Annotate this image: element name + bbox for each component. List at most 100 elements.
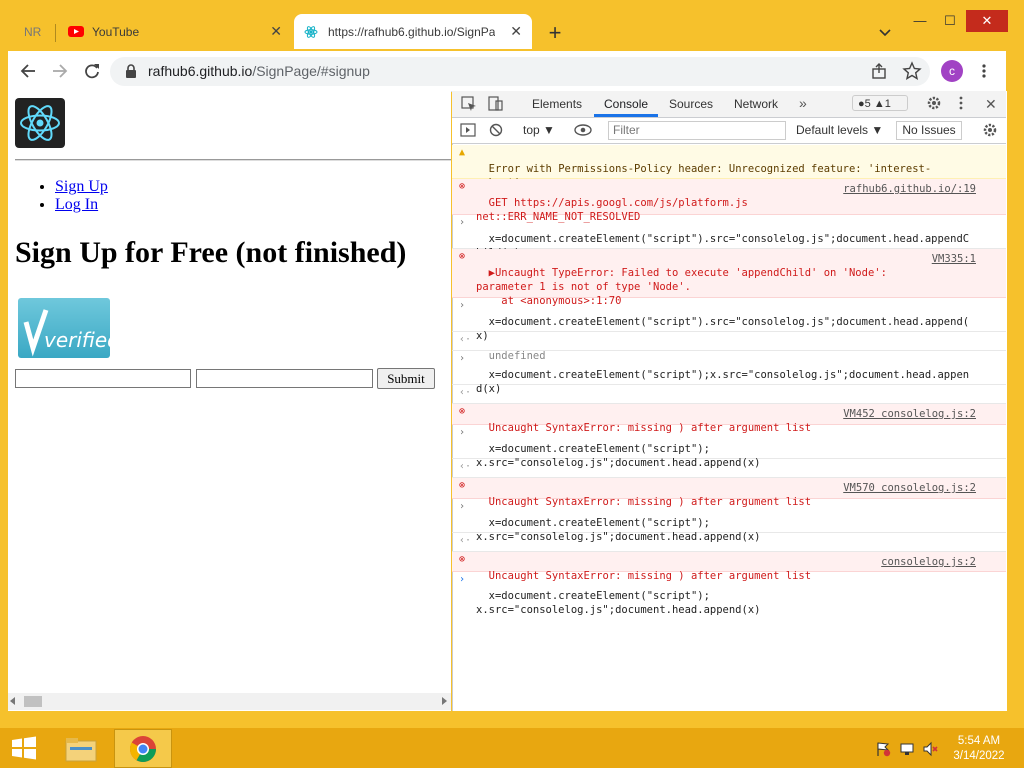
horizontal-scrollbar[interactable]	[8, 693, 451, 710]
input-chevron-icon: ›	[459, 353, 466, 364]
tab-nr[interactable]: NR	[14, 14, 54, 49]
console-input: › x=document.createElement("script");x.sr…	[452, 351, 1006, 395]
network-icon[interactable]	[899, 741, 915, 757]
context-selector[interactable]: top ▼	[523, 123, 555, 137]
verified-badge: verified	[18, 298, 120, 358]
clock-date: 3/14/2022	[953, 750, 1005, 762]
nav-link-sign-up[interactable]: Sign Up	[55, 178, 108, 195]
issue-counter[interactable]: ●5 ▲1	[852, 95, 908, 111]
chrome-taskbar-button[interactable]	[114, 729, 172, 768]
error-icon: ⊗	[459, 251, 466, 262]
console-tab-underline	[594, 114, 658, 117]
console-input: › x=document.createElement("script").src=…	[452, 215, 1006, 259]
result-arrow-icon: ‹·	[459, 334, 472, 345]
console-error: ⊗ Uncaught SyntaxError: missing ) after a…	[452, 404, 1006, 434]
console-source-link[interactable]: consolelog.js:2	[881, 555, 976, 569]
new-tab-button[interactable]: +	[544, 22, 566, 44]
devtools-tab-sources[interactable]: Sources	[669, 97, 713, 111]
context-label: top	[523, 123, 540, 137]
devtools-menu-icon[interactable]	[956, 95, 966, 111]
file-explorer-icon[interactable]	[64, 733, 98, 763]
warning-triangle-icon: ▲	[873, 98, 885, 110]
youtube-icon	[68, 26, 84, 37]
settings-gear-icon[interactable]	[926, 95, 942, 111]
input-chevron-icon: ›	[459, 501, 466, 512]
console-error: ⊗ Uncaught SyntaxError: missing ) after a…	[452, 552, 1006, 582]
error-icon: ⊗	[459, 554, 466, 565]
menu-kebab-icon[interactable]	[978, 62, 990, 80]
forward-arrow-icon[interactable]	[50, 61, 70, 81]
reload-icon[interactable]	[82, 61, 102, 81]
result-arrow-icon: ‹·	[459, 387, 472, 398]
prompt-chevron-icon: ›	[459, 574, 466, 585]
warning-icon: ▲	[459, 147, 466, 158]
devtools-tab-elements[interactable]: Elements	[532, 97, 582, 111]
react-logo	[15, 98, 65, 148]
live-expression-eye-icon[interactable]	[574, 124, 592, 136]
close-window-button[interactable]: ✕	[966, 10, 1008, 32]
devtools-tab-console[interactable]: Console	[604, 97, 648, 111]
header-divider	[15, 159, 451, 161]
console-input: › x=document.createElement("script"); x.s…	[452, 499, 1006, 543]
console-settings-gear-icon[interactable]	[982, 122, 998, 138]
lock-icon[interactable]	[124, 63, 138, 79]
sidebar-toggle-icon[interactable]	[460, 123, 476, 137]
minimize-button[interactable]: —	[906, 10, 934, 32]
input-chevron-icon: ›	[459, 217, 466, 228]
close-devtools-icon[interactable]: ✕	[985, 96, 997, 113]
console-source-link[interactable]: VM335:1	[932, 252, 976, 266]
console-result: ‹·undefined	[452, 385, 1006, 415]
nav-list: Sign Up Log In	[15, 178, 108, 214]
volume-muted-icon[interactable]	[922, 741, 938, 757]
clear-console-icon[interactable]	[489, 123, 503, 137]
bookmark-star-icon[interactable]	[902, 61, 922, 81]
issues-button[interactable]: No Issues	[896, 121, 962, 140]
input-chevron-icon: ›	[459, 300, 466, 311]
maximize-button[interactable]: ☐	[936, 10, 964, 32]
more-tabs-icon[interactable]: »	[799, 95, 807, 111]
tab-signpage[interactable]: https://rafhub6.github.io/SignPa ✕	[294, 14, 532, 49]
password-input[interactable]	[196, 369, 373, 388]
close-tab-icon[interactable]: ✕	[270, 23, 282, 40]
console-error: ⊗ ▶Uncaught TypeError: Failed to execute …	[452, 249, 1006, 307]
console-warning: ▲ Error with Permissions-Policy header: U…	[452, 145, 1006, 189]
device-toolbar-icon[interactable]	[487, 95, 503, 112]
nav-item: Sign Up	[55, 178, 108, 196]
share-icon[interactable]	[870, 62, 888, 80]
log-levels-label: Default levels	[796, 123, 869, 137]
tab-label: NR	[24, 24, 42, 39]
console-result: ‹·undefined	[452, 533, 1006, 563]
tab-youtube[interactable]: YouTube ✕	[58, 14, 292, 49]
tab-label: YouTube	[92, 24, 140, 39]
console-source-link[interactable]: rafhub6.github.io/:19	[843, 182, 976, 196]
console-prompt-text[interactable]: x=document.createElement("script"); x.sr…	[476, 590, 760, 616]
back-arrow-icon[interactable]	[18, 61, 38, 81]
submit-button[interactable]: Submit	[377, 368, 435, 389]
profile-avatar[interactable]: c	[941, 60, 963, 82]
error-icon: ⊗	[459, 480, 466, 491]
username-input[interactable]	[15, 369, 191, 388]
chrome-icon	[129, 736, 157, 763]
inspect-element-icon[interactable]	[461, 96, 477, 112]
tab-search-icon[interactable]	[876, 24, 894, 42]
console-source-link[interactable]: VM570 consolelog.js:2	[843, 481, 976, 495]
scroll-left-arrow-icon[interactable]	[10, 697, 15, 705]
url-host: rafhub6.github.io	[148, 63, 253, 79]
close-tab-icon[interactable]: ✕	[510, 23, 522, 40]
console-prompt[interactable]: › x=document.createElement("script"); x.s…	[452, 572, 1006, 616]
input-chevron-icon: ›	[459, 427, 466, 438]
filter-input[interactable]: Filter	[608, 121, 786, 140]
dropdown-arrow-icon: ▼	[871, 123, 884, 137]
console-input: › x=document.createElement("script"); x.s…	[452, 425, 1006, 469]
log-levels-dropdown[interactable]: Default levels ▼	[796, 123, 883, 137]
devtools-tab-network[interactable]: Network	[734, 97, 778, 111]
scrollbar-thumb[interactable]	[24, 696, 42, 707]
url-text[interactable]: rafhub6.github.io/SignPage/#signup	[148, 63, 370, 79]
scroll-right-arrow-icon[interactable]	[442, 697, 447, 705]
action-center-flag-icon[interactable]	[875, 741, 891, 757]
start-windows-icon[interactable]	[11, 736, 37, 760]
console-source-link[interactable]: VM452 consolelog.js:2	[843, 407, 976, 421]
nav-link-log-in[interactable]: Log In	[55, 196, 98, 213]
error-count: 5	[864, 98, 871, 110]
clock[interactable]: 5:54 AM 3/14/2022	[944, 734, 1014, 764]
